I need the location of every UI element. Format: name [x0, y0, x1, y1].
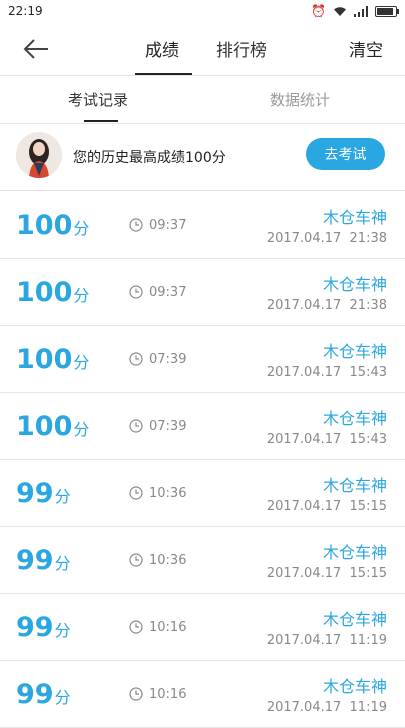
- record-duration: 07:39: [129, 326, 186, 392]
- record-duration: 10:36: [129, 527, 186, 593]
- wifi-icon: [334, 6, 346, 16]
- back-button[interactable]: [20, 34, 52, 64]
- record-date: 2017.04.17 15:15: [266, 499, 387, 514]
- record-username: 木仓车神: [322, 342, 387, 361]
- clock-icon: [129, 285, 143, 299]
- alarm-icon: ⏰: [311, 4, 326, 18]
- sub-tab-bar: 考试记录 数据统计: [0, 76, 405, 124]
- duration-text: 09:37: [149, 284, 187, 300]
- record-row[interactable]: 99 分 10:36 木仓车神 2017.04.17 15:15: [0, 527, 405, 594]
- record-duration: 10:16: [129, 661, 186, 727]
- score-unit: 分: [54, 621, 71, 640]
- score-value: 100: [16, 277, 73, 308]
- record-date: 2017.04.17 15:43: [266, 365, 387, 380]
- score-value: 99: [16, 478, 54, 509]
- avatar[interactable]: [16, 132, 62, 178]
- record-duration: 07:39: [129, 393, 186, 459]
- record-row[interactable]: 100 分 07:39 木仓车神 2017.04.17 15:43: [0, 393, 405, 460]
- record-username: 木仓车神: [322, 610, 387, 629]
- clock-icon: [129, 352, 143, 366]
- record-row[interactable]: 99 分 10:36 木仓车神 2017.04.17 15:15: [0, 460, 405, 527]
- active-tab-indicator: [135, 73, 192, 75]
- score-value: 100: [16, 411, 73, 442]
- duration-text: 07:39: [149, 418, 187, 434]
- record-score: 100 分: [16, 344, 89, 375]
- record-username: 木仓车神: [322, 476, 387, 495]
- tab-scores[interactable]: 成绩: [145, 22, 179, 75]
- record-username: 木仓车神: [322, 208, 387, 227]
- best-score-banner: 您的历史最高成绩100分 去考试: [0, 124, 405, 191]
- score-unit: 分: [73, 420, 90, 439]
- record-username: 木仓车神: [322, 409, 387, 428]
- exam-records-list: 100 分 09:37 木仓车神 2017.04.17 21:38 100 分 …: [0, 192, 405, 728]
- clock-icon: [129, 419, 143, 433]
- record-duration: 09:37: [129, 192, 186, 258]
- record-date: 2017.04.17 11:19: [266, 633, 387, 648]
- record-score: 99 分: [16, 545, 71, 576]
- clock-icon: [129, 218, 143, 232]
- clock-icon: [129, 687, 143, 701]
- record-duration: 10:36: [129, 460, 186, 526]
- record-date: 2017.04.17 21:38: [266, 231, 387, 246]
- subtab-indicator: [84, 120, 118, 122]
- record-username: 木仓车神: [322, 275, 387, 294]
- record-username: 木仓车神: [322, 677, 387, 696]
- status-bar: 22:19 ⏰: [0, 0, 405, 22]
- signal-icon: [354, 5, 368, 17]
- record-row[interactable]: 99 分 10:16 木仓车神 2017.04.17 11:19: [0, 661, 405, 728]
- score-unit: 分: [54, 487, 71, 506]
- app-bar: 成绩 排行榜 清空: [0, 22, 405, 76]
- record-row[interactable]: 100 分 09:37 木仓车神 2017.04.17 21:38: [0, 192, 405, 259]
- record-date: 2017.04.17 11:19: [266, 700, 387, 715]
- record-score: 100 分: [16, 210, 89, 241]
- clear-button[interactable]: 清空: [349, 22, 383, 75]
- subtab-exam-records[interactable]: 考试记录: [68, 76, 128, 123]
- score-unit: 分: [54, 688, 71, 707]
- battery-icon: [375, 5, 399, 17]
- tab-leaderboard[interactable]: 排行榜: [216, 22, 267, 75]
- duration-text: 10:16: [149, 686, 187, 702]
- clock-icon: [129, 620, 143, 634]
- score-value: 99: [16, 679, 54, 710]
- record-score: 100 分: [16, 277, 89, 308]
- duration-text: 10:16: [149, 619, 187, 635]
- clock-icon: [129, 486, 143, 500]
- avatar-image: [16, 132, 62, 178]
- record-duration: 09:37: [129, 259, 186, 325]
- score-unit: 分: [73, 286, 90, 305]
- score-unit: 分: [73, 219, 90, 238]
- duration-text: 09:37: [149, 217, 187, 233]
- record-row[interactable]: 100 分 09:37 木仓车神 2017.04.17 21:38: [0, 259, 405, 326]
- record-row[interactable]: 99 分 10:16 木仓车神 2017.04.17 11:19: [0, 594, 405, 661]
- take-exam-button[interactable]: 去考试: [306, 138, 385, 170]
- score-value: 100: [16, 344, 73, 375]
- record-date: 2017.04.17 21:38: [266, 298, 387, 313]
- score-value: 100: [16, 210, 73, 241]
- score-value: 99: [16, 612, 54, 643]
- record-score: 100 分: [16, 411, 89, 442]
- score-value: 99: [16, 545, 54, 576]
- duration-text: 07:39: [149, 351, 187, 367]
- status-icons: ⏰: [311, 4, 399, 18]
- status-time: 22:19: [8, 4, 43, 18]
- score-unit: 分: [73, 353, 90, 372]
- record-score: 99 分: [16, 679, 71, 710]
- record-date: 2017.04.17 15:15: [266, 566, 387, 581]
- record-score: 99 分: [16, 478, 71, 509]
- duration-text: 10:36: [149, 485, 187, 501]
- back-arrow-icon: [23, 39, 48, 59]
- clock-icon: [129, 553, 143, 567]
- record-row[interactable]: 100 分 07:39 木仓车神 2017.04.17 15:43: [0, 326, 405, 393]
- subtab-statistics[interactable]: 数据统计: [270, 76, 330, 123]
- duration-text: 10:36: [149, 552, 187, 568]
- record-username: 木仓车神: [322, 543, 387, 562]
- record-score: 99 分: [16, 612, 71, 643]
- record-date: 2017.04.17 15:43: [266, 432, 387, 447]
- score-unit: 分: [54, 554, 71, 573]
- best-score-text: 您的历史最高成绩100分: [73, 150, 226, 166]
- record-duration: 10:16: [129, 594, 186, 660]
